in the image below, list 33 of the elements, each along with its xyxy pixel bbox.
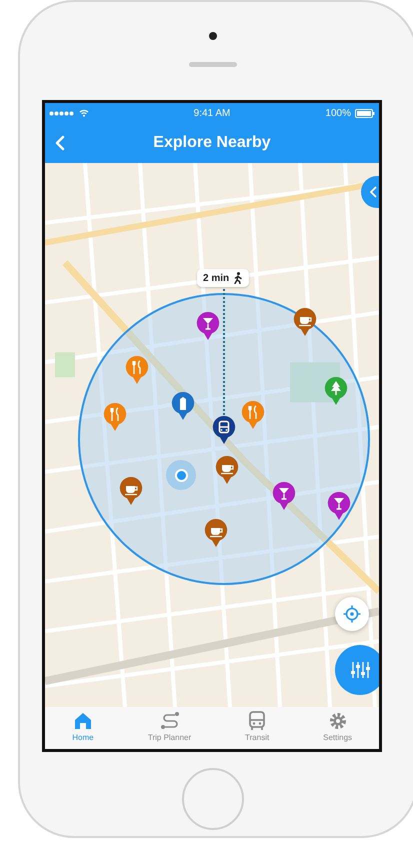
tab[interactable]: Settings bbox=[323, 710, 352, 742]
tab[interactable]: Home bbox=[72, 710, 94, 742]
chevron-left-icon bbox=[370, 186, 377, 198]
cocktail-glass-pin[interactable] bbox=[196, 311, 220, 341]
tab[interactable]: Transit bbox=[245, 710, 270, 742]
tab[interactable]: Trip Planner bbox=[148, 710, 192, 742]
bus-pin[interactable] bbox=[212, 415, 236, 445]
speaker-slot bbox=[189, 62, 237, 67]
coffee-cup-pin[interactable] bbox=[215, 455, 239, 485]
tree-pin[interactable] bbox=[324, 376, 348, 406]
cocktail-glass-pin[interactable] bbox=[327, 491, 351, 521]
back-icon[interactable] bbox=[55, 135, 65, 151]
walk-time-label: 2 min bbox=[197, 269, 250, 287]
screen-title: Explore Nearby bbox=[153, 134, 271, 152]
coffee-cup-pin[interactable] bbox=[119, 476, 143, 506]
route-icon bbox=[158, 710, 180, 732]
building-pin[interactable] bbox=[171, 391, 195, 421]
current-location-marker bbox=[166, 460, 196, 490]
battery-icon bbox=[354, 108, 375, 118]
walking-person-icon bbox=[233, 272, 244, 284]
cocktail-glass-pin[interactable] bbox=[272, 481, 296, 511]
status-time: 9:41 AM bbox=[194, 108, 230, 118]
wifi-icon bbox=[79, 109, 89, 117]
camera-dot bbox=[209, 32, 217, 40]
battery-percent: 100% bbox=[325, 108, 351, 118]
fork-knife-pin[interactable] bbox=[103, 402, 127, 432]
sliders-icon bbox=[350, 661, 370, 679]
coffee-cup-pin[interactable] bbox=[293, 307, 317, 337]
fork-knife-pin[interactable] bbox=[241, 400, 265, 430]
fork-knife-pin[interactable] bbox=[125, 355, 149, 385]
coffee-cup-pin[interactable] bbox=[204, 518, 228, 548]
signal-icon bbox=[49, 110, 75, 116]
crosshair-icon bbox=[343, 605, 361, 623]
